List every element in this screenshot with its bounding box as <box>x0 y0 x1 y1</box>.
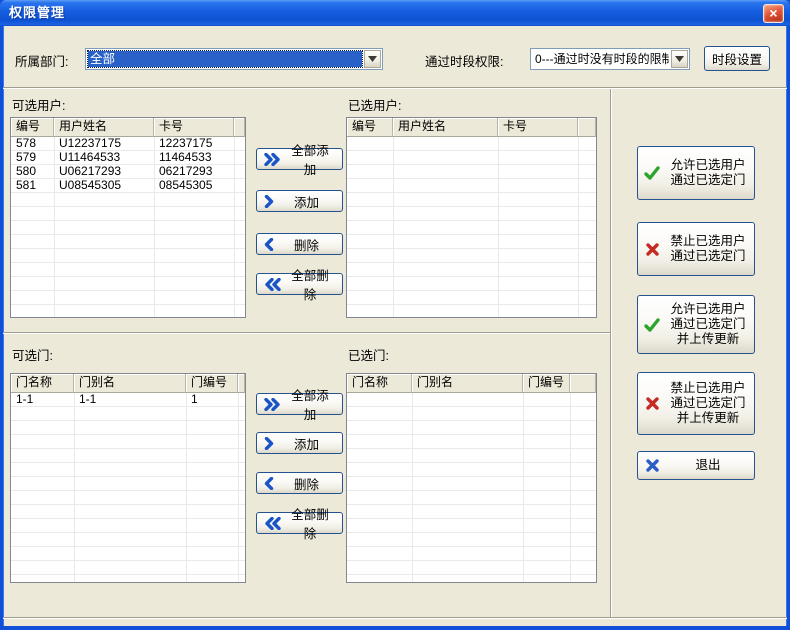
doors-add-all-button[interactable]: 全部添加 <box>256 393 343 415</box>
column-header[interactable]: 门名称 <box>11 374 74 393</box>
chevron-double-left-icon <box>264 278 281 291</box>
table-header[interactable]: 编号 用户姓名 卡号 <box>347 118 596 137</box>
close-icon: × <box>769 5 777 21</box>
table-header[interactable]: 编号 用户姓名 卡号 <box>11 118 245 137</box>
selected-users-table[interactable]: 编号 用户姓名 卡号 <box>346 117 597 318</box>
table-header[interactable]: 门名称 门别名 门编号 <box>11 374 245 393</box>
column-header-filler <box>570 374 596 393</box>
available-doors-label: 可选门: <box>12 345 53 364</box>
check-icon <box>641 318 663 332</box>
column-header-filler <box>234 118 245 137</box>
forbid-pass-upload-label: 禁止已选用户通过已选定门并上传更新 <box>665 381 751 426</box>
remove-label: 删除 <box>281 235 336 254</box>
forbid-pass-label: 禁止已选用户通过已选定门 <box>665 234 751 264</box>
chevron-right-icon <box>264 437 274 450</box>
users-add-all-button[interactable]: 全部添加 <box>256 148 343 170</box>
table-body: 578 U12237175 12237175 579 U11464533 114… <box>11 137 245 317</box>
selected-doors-table[interactable]: 门名称 门别名 门编号 <box>346 373 597 583</box>
table-body <box>347 137 596 317</box>
column-header[interactable]: 门编号 <box>523 374 570 393</box>
column-header[interactable]: 门名称 <box>347 374 412 393</box>
timezone-combo-arrow[interactable] <box>671 50 688 68</box>
remove-all-label: 全部删除 <box>288 265 336 303</box>
allow-pass-button[interactable]: 允许已选用户通过已选定门 <box>637 146 755 200</box>
top-divider <box>3 87 787 89</box>
timezone-combo[interactable]: 0---通过时没有时段的限制 <box>530 48 690 70</box>
allow-pass-label: 允许已选用户通过已选定门 <box>665 158 751 188</box>
add-label: 添加 <box>281 434 336 453</box>
chevron-right-icon <box>264 195 274 208</box>
chevron-double-left-icon <box>264 517 281 530</box>
right-panel-divider <box>610 89 612 617</box>
remove-label: 删除 <box>281 474 336 493</box>
allow-pass-upload-label: 允许已选用户通过已选定门 并上传更新 <box>665 302 751 347</box>
table-body <box>347 393 596 582</box>
doors-remove-all-button[interactable]: 全部删除 <box>256 512 343 534</box>
bottom-divider <box>3 617 787 619</box>
column-header[interactable]: 门别名 <box>412 374 523 393</box>
titlebar[interactable]: 权限管理 × <box>0 0 790 26</box>
doors-add-button[interactable]: 添加 <box>256 432 343 454</box>
department-combo[interactable]: 全部 <box>85 48 383 70</box>
available-doors-table[interactable]: 门名称 门别名 门编号 1-1 1-1 1 <box>10 373 246 583</box>
timezone-settings-button[interactable]: 时段设置 <box>704 46 770 71</box>
cross-icon <box>641 397 663 410</box>
column-header[interactable]: 卡号 <box>154 118 234 137</box>
column-header-filler <box>238 374 245 393</box>
table-row[interactable]: 580 U06217293 06217293 <box>11 165 245 179</box>
forbid-pass-button[interactable]: 禁止已选用户通过已选定门 <box>637 222 755 276</box>
timezone-label: 通过时段权限: <box>425 51 503 70</box>
selected-doors-label: 已选门: <box>348 345 389 364</box>
available-users-table[interactable]: 编号 用户姓名 卡号 578 U12237175 12237175 579 U1… <box>10 117 246 318</box>
forbid-pass-upload-button[interactable]: 禁止已选用户通过已选定门并上传更新 <box>637 372 755 435</box>
table-row[interactable]: 1-1 1-1 1 <box>11 393 245 407</box>
chevron-double-right-icon <box>264 398 281 411</box>
chevron-left-icon <box>264 477 274 490</box>
check-icon <box>641 166 663 180</box>
cross-icon <box>641 243 663 256</box>
permission-management-dialog: 权限管理 × 所属部门: 全部 通过时段权限: 0---通过时没有时段的限制 时… <box>0 0 790 630</box>
column-header[interactable]: 编号 <box>347 118 393 137</box>
add-label: 添加 <box>281 192 336 211</box>
close-button[interactable]: × <box>763 4 784 23</box>
department-label: 所属部门: <box>15 51 68 70</box>
allow-pass-upload-button[interactable]: 允许已选用户通过已选定门 并上传更新 <box>637 295 755 354</box>
available-users-label: 可选用户: <box>12 95 65 114</box>
table-row[interactable]: 578 U12237175 12237175 <box>11 137 245 151</box>
users-add-button[interactable]: 添加 <box>256 190 343 212</box>
column-header[interactable]: 用户姓名 <box>393 118 498 137</box>
doors-remove-button[interactable]: 删除 <box>256 472 343 494</box>
department-combo-arrow[interactable] <box>364 50 381 68</box>
column-header[interactable]: 用户姓名 <box>54 118 154 137</box>
column-header-filler <box>578 118 596 137</box>
exit-button[interactable]: 退出 <box>637 451 755 480</box>
column-header[interactable]: 编号 <box>11 118 54 137</box>
table-header[interactable]: 门名称 门别名 门编号 <box>347 374 596 393</box>
add-all-label: 全部添加 <box>288 385 336 423</box>
chevron-left-icon <box>264 238 274 251</box>
chevron-down-icon <box>368 56 377 62</box>
table-row[interactable]: 579 U11464533 11464533 <box>11 151 245 165</box>
middle-divider <box>3 332 610 334</box>
chevron-down-icon <box>675 56 684 62</box>
users-remove-all-button[interactable]: 全部删除 <box>256 273 343 295</box>
table-row[interactable]: 581 U08545305 08545305 <box>11 179 245 193</box>
column-header[interactable]: 门编号 <box>186 374 238 393</box>
exit-label: 退出 <box>665 458 751 473</box>
add-all-label: 全部添加 <box>288 140 336 178</box>
table-body: 1-1 1-1 1 <box>11 393 245 582</box>
department-combo-value: 全部 <box>88 51 362 67</box>
selected-users-label: 已选用户: <box>348 95 401 114</box>
window-bottom-border <box>0 626 790 630</box>
remove-all-label: 全部删除 <box>288 504 336 542</box>
timezone-settings-label: 时段设置 <box>712 49 762 68</box>
users-remove-button[interactable]: 删除 <box>256 233 343 255</box>
window-title: 权限管理 <box>9 0 65 25</box>
column-header[interactable]: 门别名 <box>74 374 186 393</box>
timezone-combo-value: 0---通过时没有时段的限制 <box>535 52 669 67</box>
column-header[interactable]: 卡号 <box>498 118 578 137</box>
blue-cross-icon <box>641 459 663 472</box>
chevron-double-right-icon <box>264 153 281 166</box>
